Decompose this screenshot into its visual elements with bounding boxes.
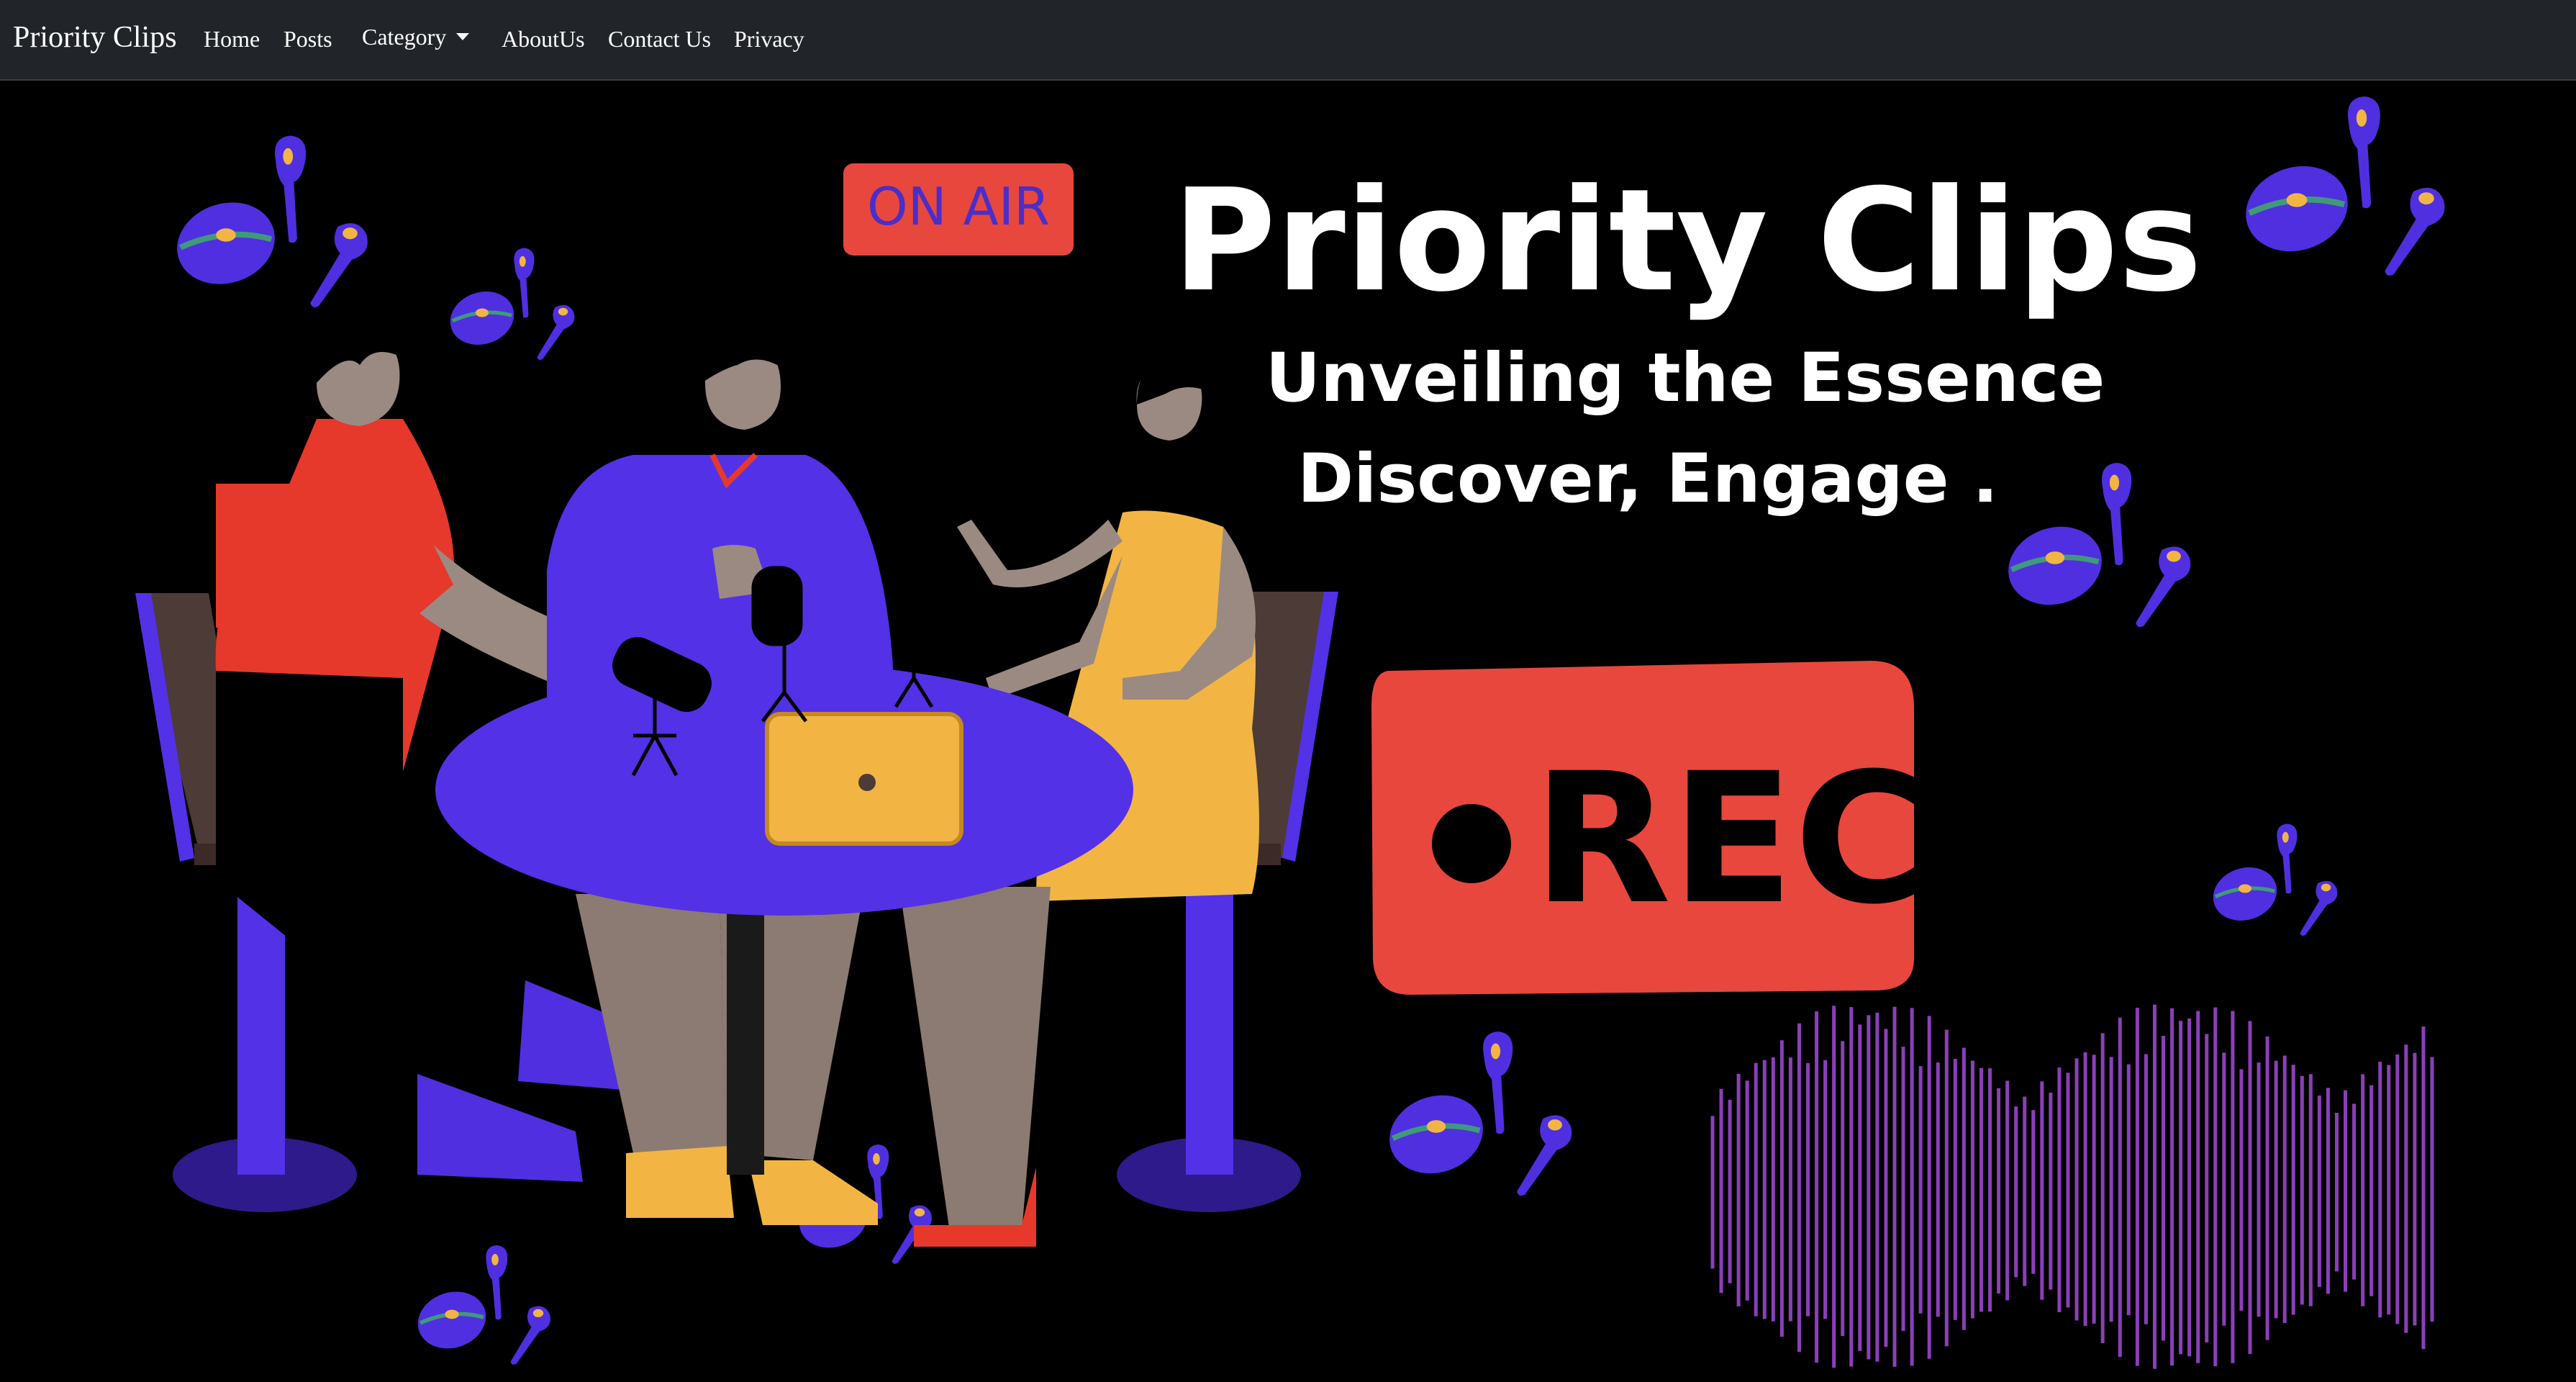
nav-home[interactable]: Home [204, 26, 260, 53]
hero-tagline-2: Discover, Engage . [1297, 440, 1998, 518]
earbuds-case-icon [443, 248, 574, 361]
hero-tagline-1: Unveiling the Essence [1266, 339, 2105, 417]
top-navbar: Priority Clips Home Posts Category About… [0, 0, 2576, 81]
hero-illustration: ON AIR Priority Clips Unveiling the Esse… [135, 81, 2576, 1369]
rec-text: REC [1533, 734, 1926, 944]
hero-banner: ON AIR Priority Clips Unveiling the Esse… [0, 81, 2576, 1382]
on-air-text: ON AIR [867, 176, 1050, 237]
record-dot-icon [1432, 804, 1511, 883]
nav-about-us[interactable]: AboutUs [502, 26, 585, 53]
earbuds-case-icon [2235, 96, 2445, 276]
nav-category-dropdown[interactable]: Category [362, 24, 470, 50]
rec-sign: REC [1371, 661, 1926, 995]
hero-title: Priority Clips [1173, 159, 2203, 323]
on-air-sign: ON AIR [843, 163, 1074, 256]
earbuds-case-icon [2206, 824, 2337, 936]
audio-waveform [1710, 1004, 2434, 1369]
earbuds-case-icon [410, 1245, 550, 1365]
nav-contact-us[interactable]: Contact Us [608, 26, 711, 53]
earbuds-case-icon [1998, 463, 2190, 627]
chevron-down-icon [456, 32, 470, 40]
nav-privacy[interactable]: Privacy [734, 26, 804, 53]
earbuds-case-icon [1379, 1031, 1572, 1196]
nav-posts[interactable]: Posts [284, 26, 332, 53]
earbuds-case-icon [166, 136, 368, 307]
brand-link[interactable]: Priority Clips [13, 20, 177, 55]
nav-category-label: Category [362, 24, 447, 50]
